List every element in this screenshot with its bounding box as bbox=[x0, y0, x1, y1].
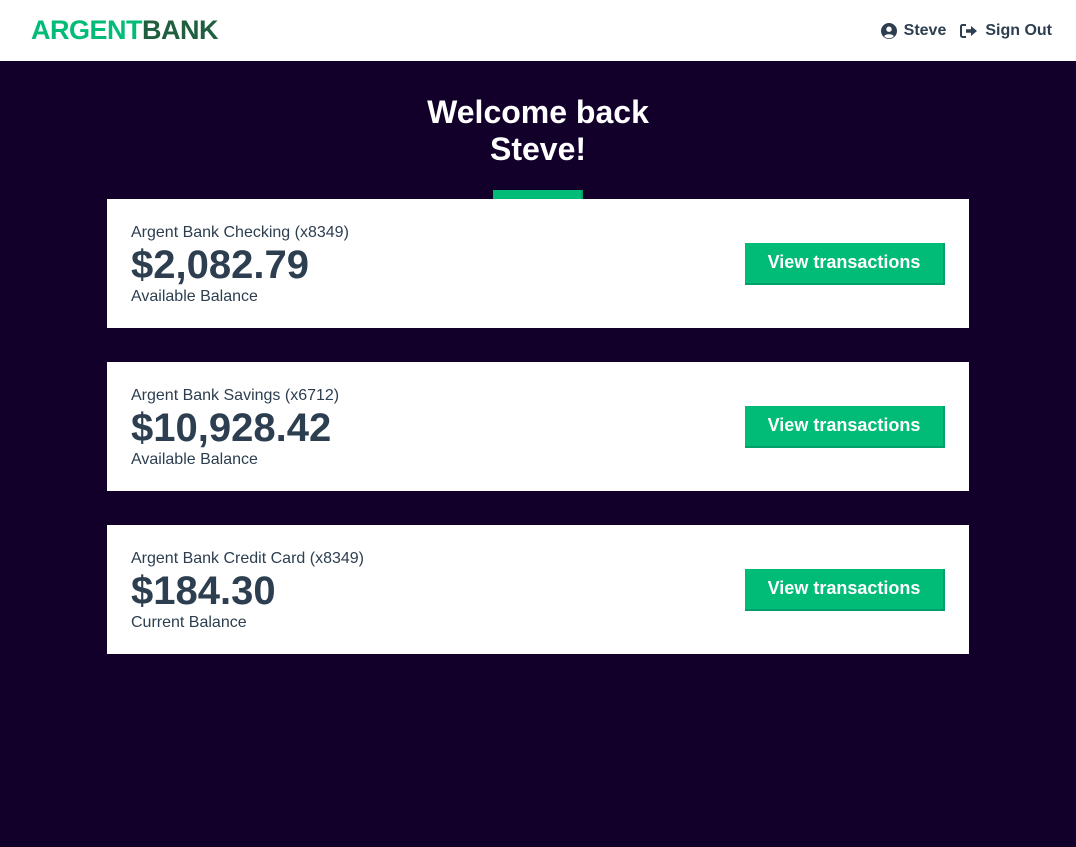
accounts-list: Argent Bank Checking (x8349) $2,082.79 A… bbox=[107, 199, 969, 688]
logo-text-bank: BANK bbox=[142, 15, 219, 45]
welcome-heading: Welcome back Steve! bbox=[0, 94, 1076, 168]
account-title: Argent Bank Checking (x8349) bbox=[131, 224, 349, 241]
account-info: Argent Bank Checking (x8349) $2,082.79 A… bbox=[131, 221, 349, 306]
view-transactions-button[interactable]: View transactions bbox=[745, 568, 945, 611]
top-navbar: ARGENT BANK Steve Sign Out bbox=[0, 0, 1076, 61]
account-amount: $2,082.79 bbox=[131, 243, 309, 287]
account-balance-description: Current Balance bbox=[131, 614, 247, 631]
greeting-line-1: Welcome back bbox=[427, 94, 649, 130]
greeting-line-2: Steve! bbox=[489, 131, 587, 167]
account-info: Argent Bank Credit Card (x8349) $184.30 … bbox=[131, 547, 364, 632]
user-name-label: Steve bbox=[903, 21, 947, 39]
account-title: Argent Bank Savings (x6712) bbox=[131, 387, 340, 404]
account-amount: $10,928.42 bbox=[131, 406, 332, 450]
user-profile-link[interactable]: Steve bbox=[880, 21, 947, 40]
account-amount: $184.30 bbox=[131, 569, 276, 613]
account-balance-description: Available Balance bbox=[131, 288, 258, 305]
nav-user-links: Steve Sign Out bbox=[880, 21, 1052, 40]
argent-bank-logo[interactable]: ARGENT BANK bbox=[31, 15, 219, 46]
account-title: Argent Bank Credit Card (x8349) bbox=[131, 550, 364, 567]
account-info: Argent Bank Savings (x6712) $10,928.42 A… bbox=[131, 384, 339, 469]
account-card-checking: Argent Bank Checking (x8349) $2,082.79 A… bbox=[107, 199, 969, 328]
logo-text-argent: ARGENT bbox=[31, 15, 143, 45]
account-balance-description: Available Balance bbox=[131, 451, 258, 468]
sign-out-label: Sign Out bbox=[985, 21, 1052, 39]
user-circle-icon bbox=[880, 22, 897, 39]
account-card-savings: Argent Bank Savings (x6712) $10,928.42 A… bbox=[107, 362, 969, 491]
account-card-credit: Argent Bank Credit Card (x8349) $184.30 … bbox=[107, 525, 969, 654]
view-transactions-button[interactable]: View transactions bbox=[745, 242, 945, 285]
view-transactions-button[interactable]: View transactions bbox=[745, 405, 945, 448]
sign-out-icon bbox=[960, 23, 978, 39]
sign-out-link[interactable]: Sign Out bbox=[960, 22, 1052, 40]
